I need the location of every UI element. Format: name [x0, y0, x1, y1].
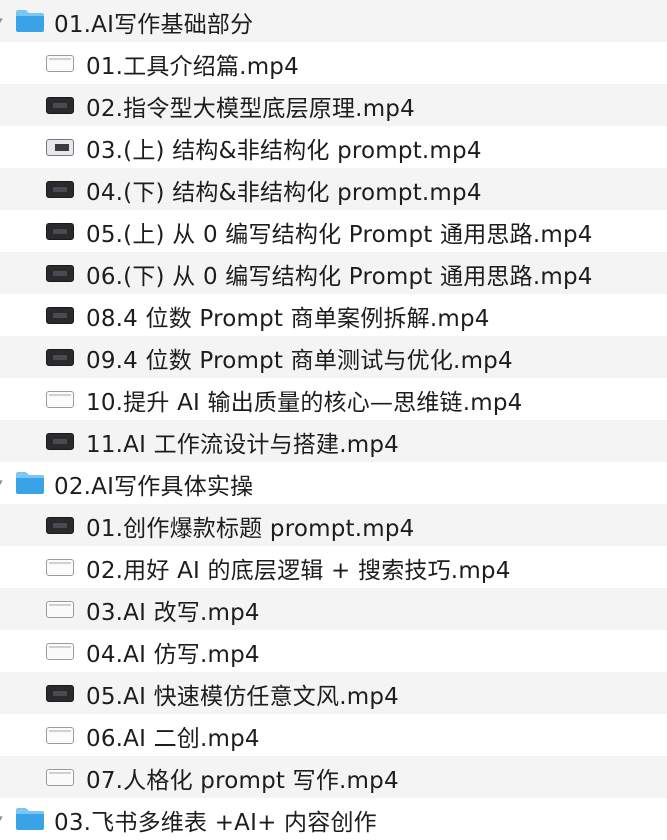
- file-label: 06.AI 二创.mp4: [86, 726, 260, 752]
- video-thumbnail-icon: [46, 139, 74, 156]
- video-thumbnail-icon: [46, 559, 74, 576]
- video-thumbnail-icon: [46, 517, 74, 534]
- video-thumbnail-icon: [46, 685, 74, 702]
- video-thumbnail-icon: [46, 349, 74, 366]
- video-thumbnail-icon: [46, 433, 74, 450]
- video-thumbnail-icon: [46, 391, 74, 408]
- disclosure-chevron-icon[interactable]: ▾: [0, 814, 6, 824]
- file-list: ▾ 01.AI写作基础部分 01.工具介绍篇.mp4 02.指令型大模型底层原理.mp…: [0, 0, 667, 838]
- folder-icon: [14, 806, 46, 832]
- video-thumbnail-icon: [46, 223, 74, 240]
- video-thumbnail-icon: [46, 643, 74, 660]
- file-row[interactable]: 04.AI 仿写.mp4: [0, 630, 667, 672]
- file-row[interactable]: 02.用好 AI 的底层逻辑 + 搜索技巧.mp4: [0, 546, 667, 588]
- file-label: 04.(下) 结构&非结构化 prompt.mp4: [86, 180, 482, 206]
- file-row[interactable]: 05.(上) 从 0 编写结构化 Prompt 通用思路.mp4: [0, 210, 667, 252]
- disclosure-chevron-icon[interactable]: ▾: [0, 16, 6, 26]
- file-row[interactable]: 11.AI 工作流设计与搭建.mp4: [0, 420, 667, 462]
- file-row[interactable]: 02.指令型大模型底层原理.mp4: [0, 84, 667, 126]
- file-label: 01.工具介绍篇.mp4: [86, 54, 299, 80]
- video-thumbnail-icon: [46, 97, 74, 114]
- video-thumbnail-icon: [46, 307, 74, 324]
- folder-row[interactable]: ▾ 03.飞书多维表 +AI+ 内容创作: [0, 798, 667, 840]
- file-label: 06.(下) 从 0 编写结构化 Prompt 通用思路.mp4: [86, 264, 593, 290]
- file-row[interactable]: 09.4 位数 Prompt 商单测试与优化.mp4: [0, 336, 667, 378]
- file-label: 09.4 位数 Prompt 商单测试与优化.mp4: [86, 348, 513, 374]
- folder-label: 03.飞书多维表 +AI+ 内容创作: [54, 810, 377, 836]
- file-row[interactable]: 04.(下) 结构&非结构化 prompt.mp4: [0, 168, 667, 210]
- file-row[interactable]: 08.4 位数 Prompt 商单案例拆解.mp4: [0, 294, 667, 336]
- file-row[interactable]: 06.(下) 从 0 编写结构化 Prompt 通用思路.mp4: [0, 252, 667, 294]
- file-row[interactable]: 01.创作爆款标题 prompt.mp4: [0, 504, 667, 546]
- file-label: 05.(上) 从 0 编写结构化 Prompt 通用思路.mp4: [86, 222, 593, 248]
- file-label: 02.指令型大模型底层原理.mp4: [86, 96, 415, 122]
- video-thumbnail-icon: [46, 769, 74, 786]
- video-thumbnail-icon: [46, 727, 74, 744]
- video-thumbnail-icon: [46, 55, 74, 72]
- file-label: 10.提升 AI 输出质量的核心—思维链.mp4: [86, 390, 523, 416]
- file-label: 08.4 位数 Prompt 商单案例拆解.mp4: [86, 306, 490, 332]
- file-label: 03.(上) 结构&非结构化 prompt.mp4: [86, 138, 482, 164]
- file-row[interactable]: 07.人格化 prompt 写作.mp4: [0, 756, 667, 798]
- file-row[interactable]: 01.工具介绍篇.mp4: [0, 42, 667, 84]
- folder-icon: [14, 470, 46, 496]
- folder-row[interactable]: ▾ 02.AI写作具体实操: [0, 462, 667, 504]
- folder-label: 01.AI写作基础部分: [54, 12, 254, 38]
- video-thumbnail-icon: [46, 265, 74, 282]
- file-row[interactable]: 10.提升 AI 输出质量的核心—思维链.mp4: [0, 378, 667, 420]
- file-label: 11.AI 工作流设计与搭建.mp4: [86, 432, 399, 458]
- file-row[interactable]: 06.AI 二创.mp4: [0, 714, 667, 756]
- folder-row[interactable]: ▾ 01.AI写作基础部分: [0, 0, 667, 42]
- file-label: 02.用好 AI 的底层逻辑 + 搜索技巧.mp4: [86, 558, 511, 584]
- folder-icon: [14, 8, 46, 34]
- video-thumbnail-icon: [46, 601, 74, 618]
- file-label: 03.AI 改写.mp4: [86, 600, 260, 626]
- disclosure-chevron-icon[interactable]: ▾: [0, 478, 6, 488]
- video-thumbnail-icon: [46, 181, 74, 198]
- file-label: 05.AI 快速模仿任意文风.mp4: [86, 684, 399, 710]
- file-row[interactable]: 03.AI 改写.mp4: [0, 588, 667, 630]
- file-row[interactable]: 05.AI 快速模仿任意文风.mp4: [0, 672, 667, 714]
- folder-label: 02.AI写作具体实操: [54, 474, 254, 500]
- file-label: 07.人格化 prompt 写作.mp4: [86, 768, 399, 794]
- file-label: 01.创作爆款标题 prompt.mp4: [86, 516, 415, 542]
- file-label: 04.AI 仿写.mp4: [86, 642, 260, 668]
- file-row[interactable]: 03.(上) 结构&非结构化 prompt.mp4: [0, 126, 667, 168]
